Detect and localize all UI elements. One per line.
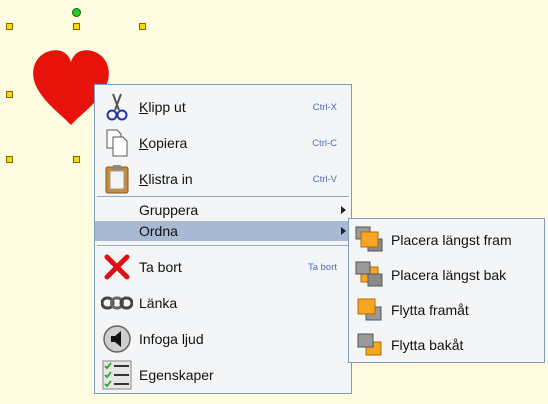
menu-item-label: Länka (139, 295, 178, 311)
properties-list-icon (101, 359, 133, 391)
menu-item-label: Ta bort (139, 259, 182, 275)
menu-item-insert-sound[interactable]: Infoga ljud (95, 321, 351, 357)
resize-handle-middle-left[interactable] (6, 91, 13, 98)
submenu-item-label: Placera längst fram (391, 231, 512, 248)
resize-handle-top-right[interactable] (139, 23, 146, 30)
menu-item-link[interactable]: Länka (95, 285, 351, 321)
menu-item-delete[interactable]: Ta bort Ta bort (95, 249, 351, 285)
copy-icon (101, 127, 133, 159)
send-to-back-icon (355, 260, 385, 290)
submenu-item-bring-forward[interactable]: Flytta framåt (349, 292, 544, 327)
menu-item-arrange[interactable]: Ordna (95, 221, 351, 241)
rotation-handle[interactable] (72, 8, 81, 17)
menu-item-label: Kopiera (139, 135, 188, 151)
speaker-icon (101, 323, 133, 355)
submenu-item-bring-to-front[interactable]: Placera längst fram (349, 222, 544, 257)
menu-item-copy[interactable]: Kopiera Ctrl-C (95, 125, 351, 161)
bring-forward-icon (355, 295, 385, 325)
menu-item-label: Infoga ljud (139, 331, 204, 347)
submenu-arrow-icon (341, 206, 346, 214)
menu-item-label: Egenskaper (139, 367, 214, 383)
submenu-item-label: Placera längst bak (391, 266, 507, 283)
menu-item-cut[interactable]: Klipp ut Ctrl-X (95, 89, 351, 125)
paste-icon (101, 163, 133, 195)
resize-handle-bottom-left[interactable] (6, 156, 13, 163)
menu-item-label: Klistra in (139, 171, 193, 187)
menu-item-properties[interactable]: Egenskaper (95, 357, 351, 393)
submenu-item-label: Flytta framåt (391, 301, 469, 318)
shortcut-label: Ctrl-C (312, 137, 337, 149)
send-backward-icon (355, 330, 385, 360)
shortcut-label: Ctrl-X (312, 101, 337, 113)
delete-x-icon (101, 251, 133, 283)
resize-handle-top-middle[interactable] (73, 23, 80, 30)
submenu-item-send-to-back[interactable]: Placera längst bak (349, 257, 544, 292)
submenu-item-send-backward[interactable]: Flytta bakåt (349, 327, 544, 362)
arrange-submenu: Placera längst fram Placera längst bak F… (348, 218, 545, 363)
link-chain-icon (101, 287, 133, 319)
menu-item-paste[interactable]: Klistra in Ctrl-V (95, 161, 351, 197)
submenu-item-label: Flytta bakåt (391, 336, 464, 353)
menu-item-label: Gruppera (139, 202, 199, 218)
menu-item-group[interactable]: Gruppera (95, 199, 351, 221)
shortcut-label: Ctrl-V (312, 173, 337, 185)
shortcut-label: Ta bort (307, 261, 337, 273)
resize-handle-top-left[interactable] (6, 23, 13, 30)
menu-separator (97, 245, 349, 246)
bring-to-front-icon (355, 225, 385, 255)
menu-item-label: Ordna (139, 223, 178, 239)
menu-item-label: Klipp ut (139, 99, 186, 115)
menu-separator (97, 196, 349, 197)
resize-handle-bottom-middle[interactable] (73, 156, 80, 163)
scissors-icon (101, 91, 133, 123)
context-menu: Klipp ut Ctrl-X Kopiera Ctrl-C Klistra i… (94, 84, 352, 394)
submenu-arrow-icon (341, 227, 346, 235)
